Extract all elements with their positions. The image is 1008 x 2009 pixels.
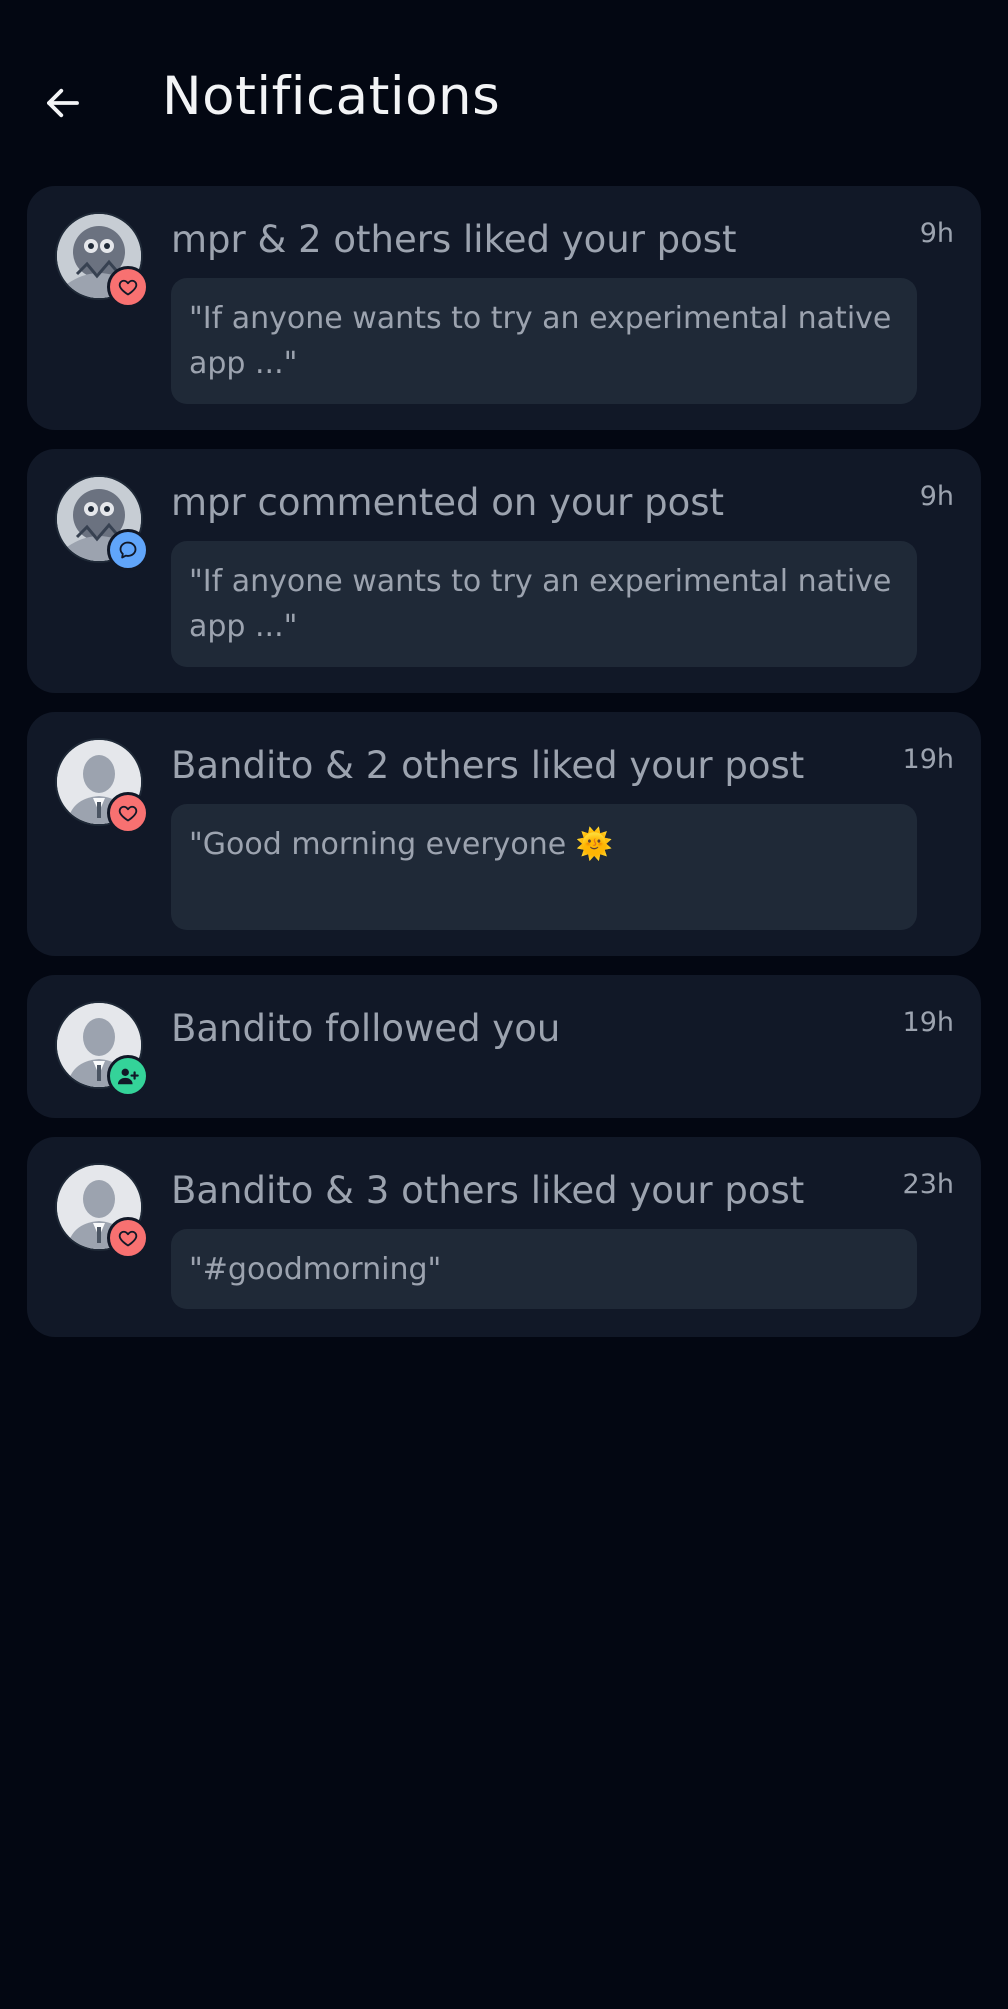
heart-icon: [118, 805, 138, 822]
arrow-left-icon: [47, 88, 79, 118]
notification-time: 19h: [902, 744, 954, 775]
back-button[interactable]: [38, 78, 88, 128]
notification-time: 19h: [902, 1007, 954, 1038]
avatar-wrap: [55, 475, 149, 571]
avatar-wrap: [55, 1163, 149, 1259]
badge-heart: [107, 266, 149, 308]
page-title: Notifications: [162, 66, 501, 127]
notification-card[interactable]: Bandito & 3 others liked your post 23h "…: [27, 1137, 981, 1337]
notification-title: mpr & 2 others liked your post: [171, 218, 737, 261]
header: Notifications: [0, 0, 1008, 190]
notification-title: Bandito & 2 others liked your post: [171, 744, 805, 787]
badge-follow: [107, 1055, 149, 1097]
notification-card[interactable]: Bandito & 2 others liked your post 19h "…: [27, 712, 981, 956]
notification-time: 9h: [919, 481, 954, 512]
quoted-post: "If anyone wants to try an experimental …: [171, 541, 917, 667]
comment-icon: [119, 541, 137, 559]
avatar-wrap: [55, 738, 149, 834]
user-plus-icon: [117, 1068, 139, 1085]
badge-heart: [107, 1217, 149, 1259]
notification-card[interactable]: mpr & 2 others liked your post 9h "If an…: [27, 186, 981, 430]
notification-title: Bandito & 3 others liked your post: [171, 1169, 805, 1212]
notification-title: Bandito followed you: [171, 1007, 561, 1050]
avatar-wrap: [55, 212, 149, 308]
avatar-wrap: [55, 1001, 149, 1097]
notification-card[interactable]: Bandito followed you 19h: [27, 975, 981, 1118]
notification-card[interactable]: mpr commented on your post 9h "If anyone…: [27, 449, 981, 693]
quoted-post: "If anyone wants to try an experimental …: [171, 278, 917, 404]
notification-title: mpr commented on your post: [171, 481, 725, 524]
quoted-post: "#goodmorning": [171, 1229, 917, 1309]
notifications-screen: Notifications mpr & 2 others liked your …: [0, 0, 1008, 2009]
heart-icon: [118, 1230, 138, 1247]
heart-icon: [118, 279, 138, 296]
notification-time: 23h: [902, 1169, 954, 1200]
badge-comment: [107, 529, 149, 571]
quoted-post: "Good morning everyone 🌞: [171, 804, 917, 930]
notification-time: 9h: [919, 218, 954, 249]
badge-heart: [107, 792, 149, 834]
